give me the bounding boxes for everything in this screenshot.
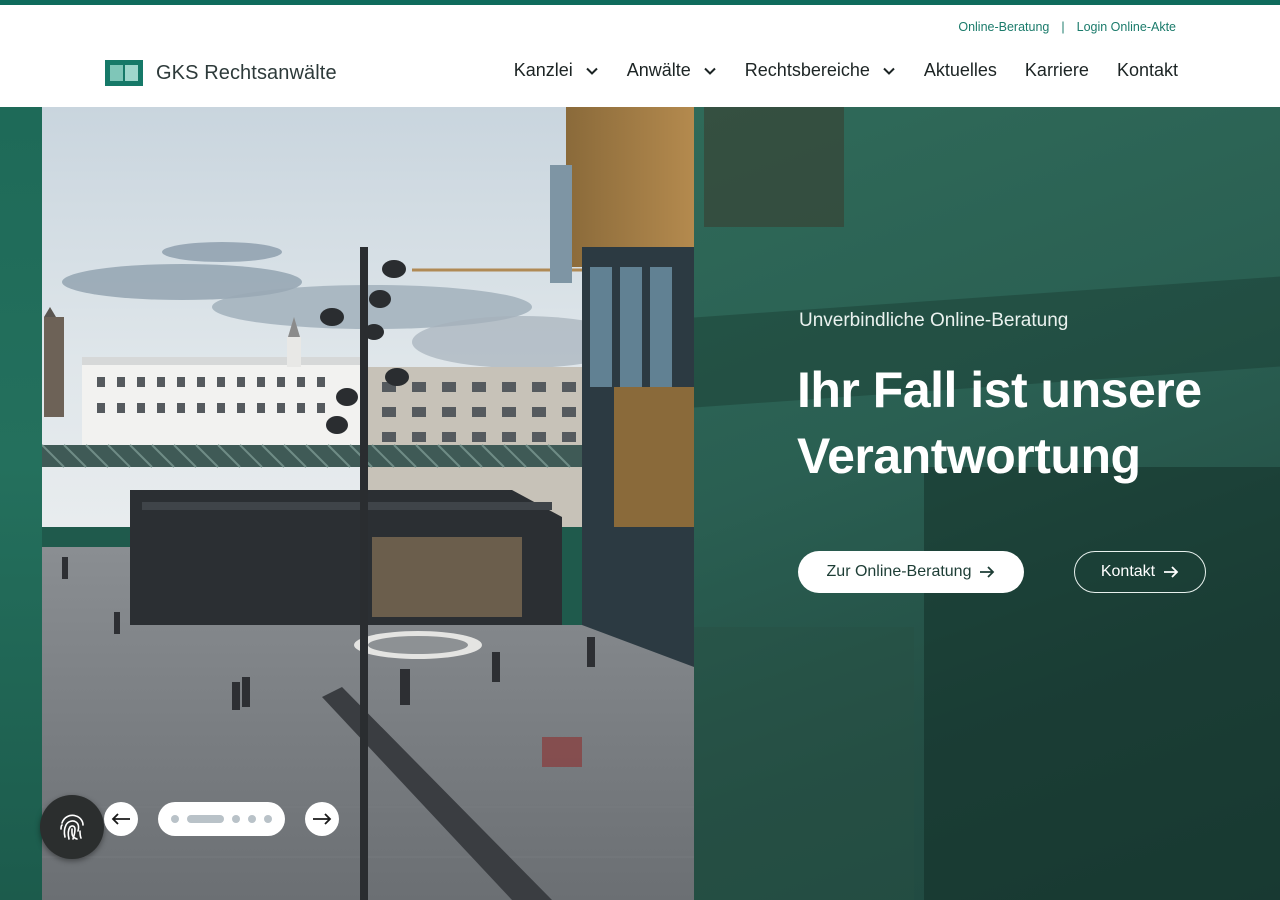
fingerprint-button[interactable]: [40, 795, 104, 859]
hero-section: Unverbindliche Online-Beratung Ihr Fall …: [0, 107, 1280, 900]
main-nav: Kanzlei Anwälte Rechtsbereiche Aktuelles…: [514, 60, 1178, 81]
slider-prev-button[interactable]: [104, 802, 138, 836]
chevron-down-icon: [586, 67, 598, 75]
slider-next-button[interactable]: [305, 802, 339, 836]
nav-item-aktuelles[interactable]: Aktuelles: [924, 60, 997, 81]
arrow-right-icon: [313, 813, 332, 825]
hero-headline: Ihr Fall ist unsere Verantwortung: [797, 362, 1202, 484]
chevron-down-icon: [883, 67, 895, 75]
site-header: Online-Beratung | Login Online-Akte GKS …: [0, 5, 1280, 107]
pagination-dot[interactable]: [232, 815, 240, 823]
arrow-right-icon: [980, 566, 995, 578]
nav-item-label: Aktuelles: [923, 60, 997, 80]
nav-item-rechtsbereiche[interactable]: Rechtsbereiche: [745, 60, 896, 81]
hero-left-strip: [0, 107, 42, 900]
nav-item-label: Kontakt: [1116, 60, 1178, 80]
slider-pagination: [158, 802, 285, 836]
online-beratung-button-label: Zur Online-Beratung: [826, 563, 972, 580]
brand-name: GKS Rechtsanwälte: [156, 61, 337, 84]
nav-item-label: Kanzlei: [513, 60, 573, 80]
nav-item-label: Rechtsbereiche: [744, 60, 870, 80]
hero-subtitle: Unverbindliche Online-Beratung: [799, 310, 1069, 331]
pagination-dot-active[interactable]: [187, 815, 224, 823]
pagination-dot[interactable]: [248, 815, 256, 823]
pagination-dot[interactable]: [171, 815, 179, 823]
nav-item-anwaelte[interactable]: Anwälte: [627, 60, 717, 81]
logo[interactable]: GKS Rechtsanwälte: [105, 60, 337, 86]
logo-mark-icon: [105, 60, 143, 86]
nav-item-karriere[interactable]: Karriere: [1025, 60, 1089, 81]
online-beratung-button[interactable]: Zur Online-Beratung: [798, 551, 1024, 593]
hero-background-image: [694, 107, 1280, 900]
nav-item-label: Anwälte: [626, 60, 691, 80]
pagination-dot[interactable]: [264, 815, 272, 823]
online-beratung-link[interactable]: Online-Beratung: [958, 20, 1049, 34]
nav-item-kontakt[interactable]: Kontakt: [1117, 60, 1178, 81]
arrow-left-icon: [111, 813, 130, 825]
fingerprint-icon: [60, 814, 84, 840]
kontakt-button-label: Kontakt: [1100, 563, 1156, 580]
utility-links: Online-Beratung | Login Online-Akte: [958, 20, 1176, 34]
nav-item-label: Karriere: [1024, 60, 1089, 80]
login-online-akte-link[interactable]: Login Online-Akte: [1077, 20, 1176, 34]
kontakt-button[interactable]: Kontakt: [1074, 551, 1206, 593]
nav-item-kanzlei[interactable]: Kanzlei: [514, 60, 599, 81]
arrow-right-icon: [1164, 566, 1179, 578]
hero-slide-image: [42, 107, 694, 900]
chevron-down-icon: [704, 67, 716, 75]
utility-separator: |: [1061, 20, 1065, 34]
